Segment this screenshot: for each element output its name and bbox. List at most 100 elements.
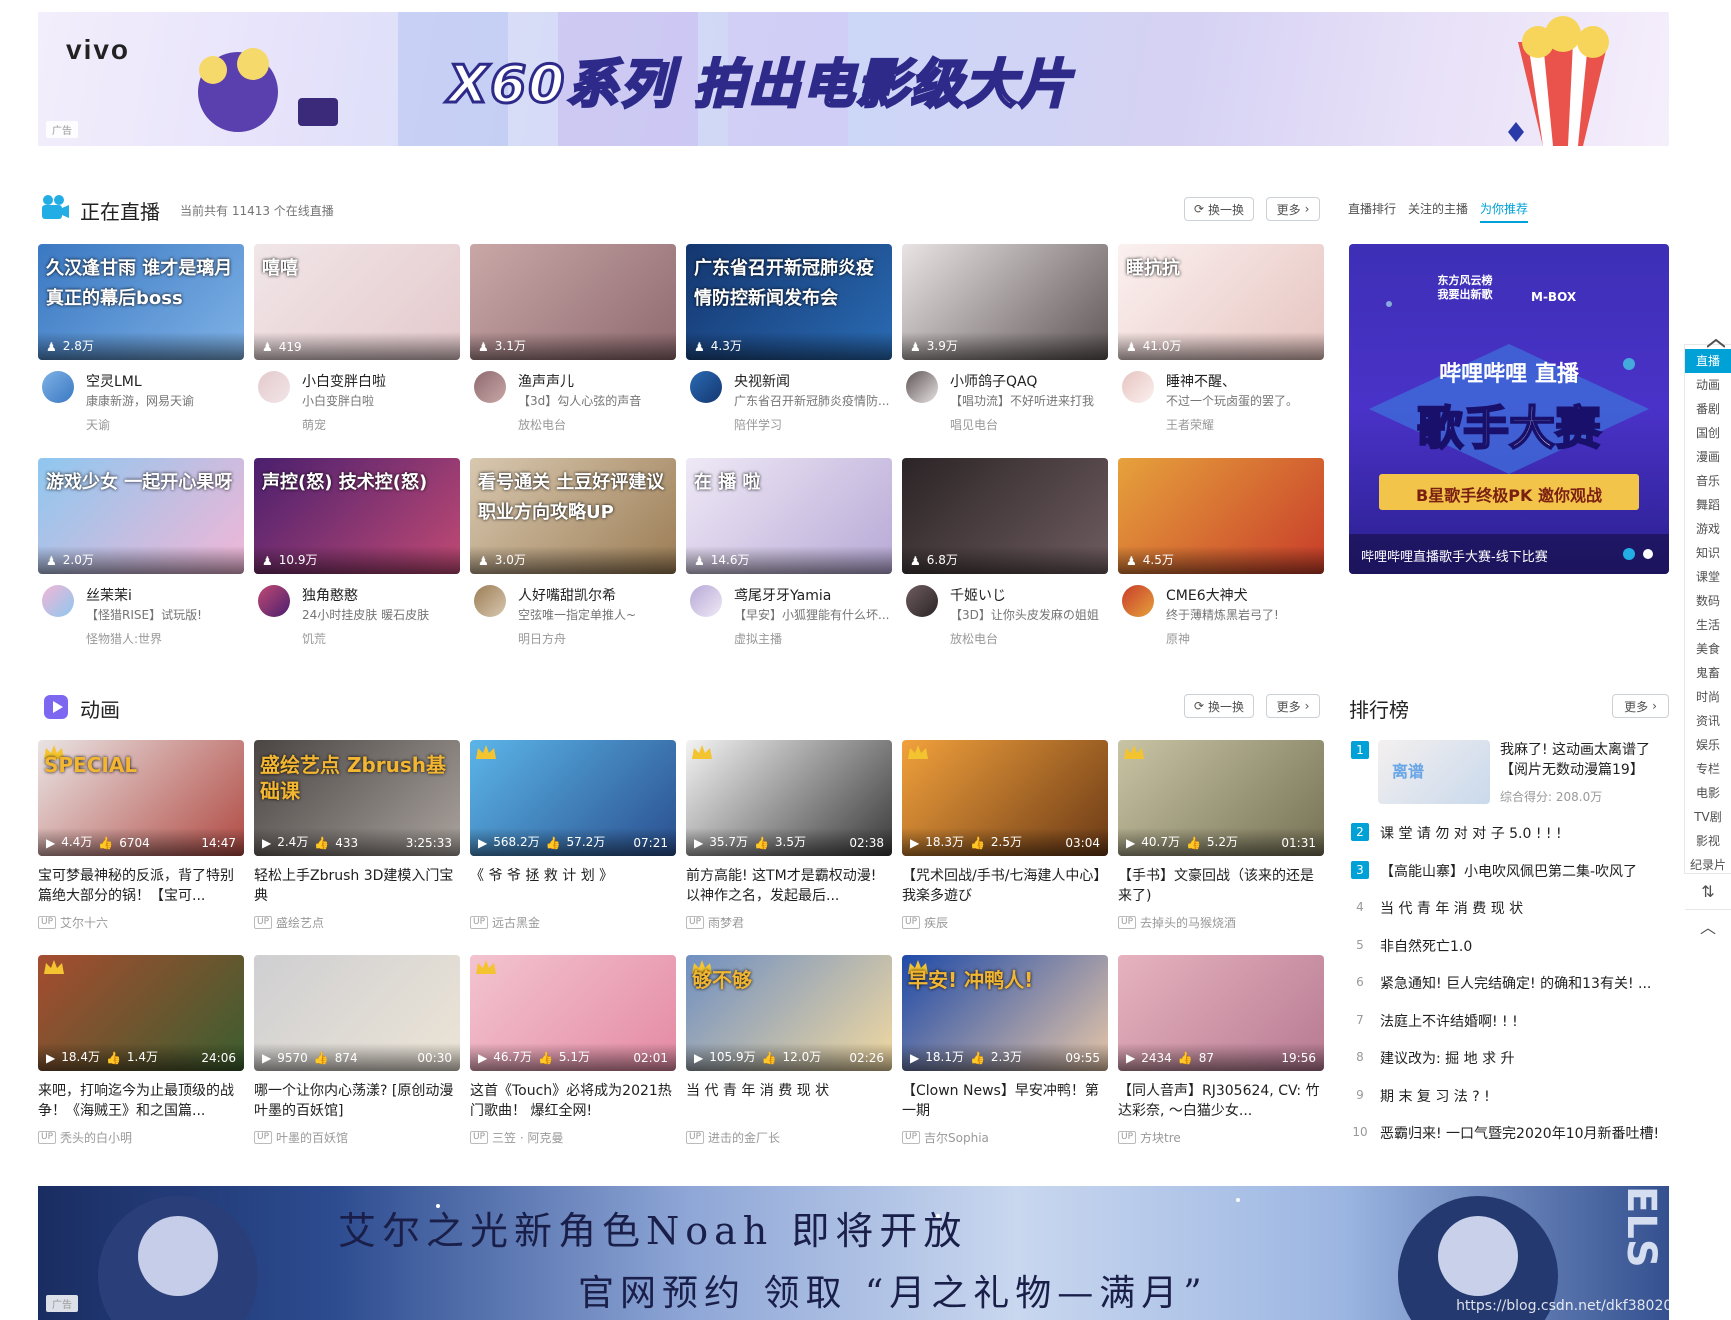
video-title[interactable]: 【手书】文豪回战（该来的还是来了) — [1118, 866, 1324, 906]
uploader[interactable]: UP 去掉头的马猴烧酒 — [1118, 914, 1236, 931]
side-nav-item[interactable]: 美食 — [1685, 637, 1731, 661]
back-to-top-icon[interactable]: ︿ — [1685, 909, 1731, 945]
video-title[interactable]: 当 代 青 年 消 费 现 状 — [686, 1081, 892, 1121]
live-card-cover[interactable]: ♟ 3.9万 — [902, 244, 1108, 360]
video-cover[interactable]: 盛绘艺点 Zbrush基础课 ▶ 2.4万 👍 433 3:25:33 — [254, 740, 460, 856]
video-title[interactable]: 宝可梦最神秘的反派，背了特别篇绝大部分的锅！【宝可... — [38, 866, 244, 906]
uploader[interactable]: UP 远古黑金 — [470, 914, 540, 931]
side-nav-item[interactable]: 生活 — [1685, 613, 1731, 637]
live-card-cover[interactable]: 声控(怒) 技术控(怒) ♟ 10.9万 — [254, 458, 460, 574]
live-card-cover[interactable]: 在 播 啦 ♟ 14.6万 — [686, 458, 892, 574]
streamer-name[interactable]: 鸢尾牙牙Yamia — [734, 585, 890, 605]
video-cover[interactable]: ▶ 18.4万 👍 1.4万 24:06 — [38, 955, 244, 1071]
uploader[interactable]: UP 雨梦君 — [686, 914, 744, 931]
streamer-avatar[interactable] — [258, 371, 290, 403]
rank-item-title[interactable]: 非自然死亡1.0 — [1380, 936, 1660, 956]
side-nav-item[interactable]: 漫画 — [1685, 445, 1731, 469]
rank-item-title[interactable]: 课 堂 请 勿 对 对 子 5.0 ! ! ! — [1380, 823, 1660, 843]
uploader[interactable]: UP 疾辰 — [902, 914, 948, 931]
video-title[interactable]: 轻松上手Zbrush 3D建模入门宝典 — [254, 866, 460, 906]
side-nav-item[interactable]: 动画 — [1685, 373, 1731, 397]
live-room-title[interactable]: 广东省召开新冠肺炎疫情防... — [734, 392, 890, 409]
streamer-name[interactable]: 小白变胖白啦 — [302, 371, 458, 391]
streamer-avatar[interactable] — [1122, 585, 1154, 617]
live-card-cover[interactable]: ♟ 4.5万 — [1118, 458, 1324, 574]
side-nav-item[interactable]: 娱乐 — [1685, 733, 1731, 757]
live-room-title[interactable]: 【怪猎RISE】试玩版! — [86, 606, 242, 623]
video-cover[interactable]: ▶ 568.2万 👍 57.2万 07:21 — [470, 740, 676, 856]
live-room-title[interactable]: 【唱功流】不好听进来打我 — [950, 392, 1106, 409]
video-cover[interactable]: SPECIAL ▶ 4.4万 👍 6704 14:47 — [38, 740, 244, 856]
live-room-title[interactable]: 【3d】勾人心弦的声音 — [518, 392, 674, 409]
live-feature-panel[interactable]: 东方风云榜 我要出新歌 M-BOX 哔哩哔哩 直播 歌手大赛 B星歌手终极PK … — [1349, 244, 1669, 574]
side-nav-item[interactable]: 国创 — [1685, 421, 1731, 445]
streamer-avatar[interactable] — [906, 585, 938, 617]
live-category[interactable]: 王者荣耀 — [1166, 416, 1214, 433]
tab-live-rank[interactable]: 直播排行 — [1348, 200, 1396, 217]
video-title[interactable]: 来吧，打响迄今为止最顶级的战争！《海贼王》和之国篇... — [38, 1081, 244, 1121]
live-room-title[interactable]: 24小时挂皮肤 暖石皮肤 — [302, 606, 458, 623]
video-cover[interactable]: ▶ 9570 👍 874 00:30 — [254, 955, 460, 1071]
streamer-avatar[interactable] — [42, 371, 74, 403]
video-title[interactable]: 这首《Touch》必将成为2021热门歌曲！ 爆红全网! — [470, 1081, 676, 1121]
side-nav-item[interactable]: 数码 — [1685, 589, 1731, 613]
live-category[interactable]: 原神 — [1166, 630, 1190, 647]
rank-item-title[interactable]: 法庭上不许结婚啊! ! ! — [1380, 1011, 1660, 1031]
rank-top-thumbnail[interactable]: 离谱 — [1378, 740, 1490, 804]
side-nav-item[interactable]: 游戏 — [1685, 517, 1731, 541]
anime-more-button[interactable]: 更多 › — [1266, 694, 1320, 718]
uploader[interactable]: UP 盛绘艺点 — [254, 914, 324, 931]
video-cover[interactable]: 早安! 冲鸭人! ▶ 18.1万 👍 2.3万 09:55 — [902, 955, 1108, 1071]
video-title[interactable]: 【同人音声】RJ305624, CV: 竹达彩奈, 〜白猫少女... — [1118, 1081, 1324, 1121]
streamer-avatar[interactable] — [1122, 371, 1154, 403]
video-cover[interactable]: ▶ 46.7万 👍 5.1万 02:01 — [470, 955, 676, 1071]
rank-item-title[interactable]: 【高能山寨】小电吹风佩巴第二集-吹风了 — [1380, 861, 1660, 881]
live-card-cover[interactable]: ♟ 3.1万 — [470, 244, 676, 360]
streamer-avatar[interactable] — [690, 371, 722, 403]
live-room-title[interactable]: 不过一个玩卤蛋的罢了。 — [1166, 392, 1322, 409]
video-cover[interactable]: ▶ 40.7万 👍 5.2万 01:31 — [1118, 740, 1324, 856]
streamer-name[interactable]: 小师鸽子QAQ — [950, 371, 1106, 391]
streamer-name[interactable]: CME6大神犬 — [1166, 585, 1322, 605]
streamer-name[interactable]: 丝茉茉i — [86, 585, 242, 605]
live-category[interactable]: 天谕 — [86, 416, 110, 433]
side-nav-live[interactable]: 直播 — [1685, 349, 1731, 373]
live-card-cover[interactable]: 游戏少女 一起开心果呀 ♟ 2.0万 — [38, 458, 244, 574]
streamer-avatar[interactable] — [474, 371, 506, 403]
live-room-title[interactable]: 小白变胖白啦 — [302, 392, 458, 409]
ranking-more-button[interactable]: 更多 › — [1612, 694, 1669, 718]
streamer-name[interactable]: 睡神不醒、 — [1166, 371, 1322, 391]
streamer-avatar[interactable] — [906, 371, 938, 403]
live-card-cover[interactable]: 看号通关 土豆好评建议 职业方向攻略UP ♟ 3.0万 — [470, 458, 676, 574]
streamer-name[interactable]: 空灵LML — [86, 371, 242, 391]
live-card-cover[interactable]: 久汉逢甘雨 谁才是璃月 真正的幕后boss ♟ 2.8万 — [38, 244, 244, 360]
live-room-title[interactable]: 康康新游，网易天谕 — [86, 392, 242, 409]
video-cover[interactable]: ▶ 35.7万 👍 3.5万 02:38 — [686, 740, 892, 856]
live-card-cover[interactable]: ♟ 6.8万 — [902, 458, 1108, 574]
live-category[interactable]: 怪物猎人:世界 — [86, 630, 162, 647]
live-category[interactable]: 萌宠 — [302, 416, 326, 433]
side-nav-item[interactable]: 鬼畜 — [1685, 661, 1731, 685]
carousel-dot-1[interactable] — [1623, 548, 1635, 560]
streamer-name[interactable]: 千姬いじ — [950, 585, 1106, 605]
side-nav-item[interactable]: 番剧 — [1685, 397, 1731, 421]
streamer-name[interactable]: 人好嘴甜凯尔希 — [518, 585, 674, 605]
side-nav-item[interactable]: 影视 — [1685, 829, 1731, 853]
side-nav-item[interactable]: TV剧 — [1685, 805, 1731, 829]
side-nav-item[interactable]: 专栏 — [1685, 757, 1731, 781]
live-category[interactable]: 放松电台 — [950, 630, 998, 647]
uploader[interactable]: UP 三笠 · 阿克曼 — [470, 1129, 563, 1146]
video-cover[interactable]: 够不够 ▶ 105.9万 👍 12.0万 02:26 — [686, 955, 892, 1071]
video-title[interactable]: 哪一个让你内心荡漾? [原创动漫 叶墨的百妖馆] — [254, 1081, 460, 1121]
live-more-button[interactable]: 更多 › — [1266, 197, 1320, 221]
streamer-avatar[interactable] — [42, 585, 74, 617]
anime-refresh-button[interactable]: ⟳ 换一换 — [1184, 694, 1254, 718]
live-category[interactable]: 明日方舟 — [518, 630, 566, 647]
live-card-cover[interactable]: 广东省召开新冠肺炎疫情防控新闻发布会 ♟ 4.3万 — [686, 244, 892, 360]
rank-item-title[interactable]: 期 末 复 习 法 ? ! — [1380, 1086, 1660, 1106]
streamer-avatar[interactable] — [474, 585, 506, 617]
rank-item-title[interactable]: 建议改为: 掘 地 求 升 — [1380, 1048, 1660, 1068]
side-nav-swap-icon[interactable]: ⇅ — [1685, 873, 1731, 909]
live-refresh-button[interactable]: ⟳ 换一换 — [1184, 197, 1254, 221]
side-nav-item[interactable]: 电影 — [1685, 781, 1731, 805]
